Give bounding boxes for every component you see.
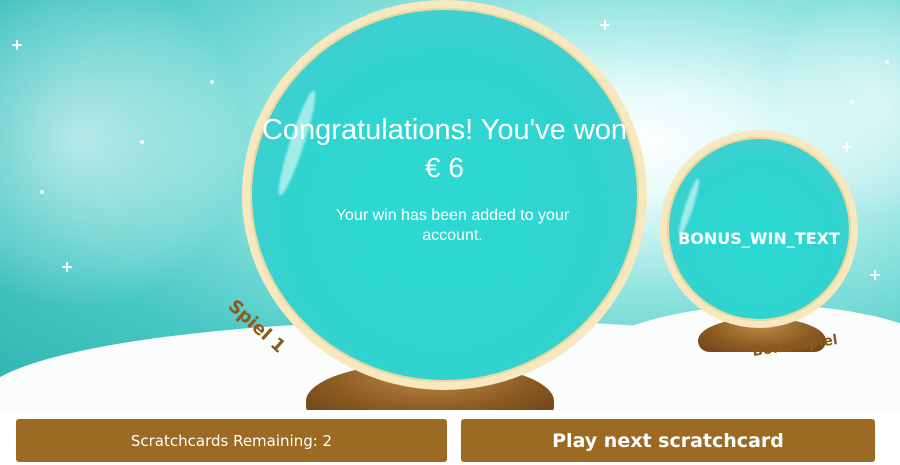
win-amount: € 6 (425, 152, 464, 183)
win-message: Your win has been added to your account. (335, 207, 570, 244)
sparkle-icon (62, 262, 72, 272)
globe-shine (675, 177, 703, 237)
sparkle-icon (842, 142, 852, 152)
sparkle-icon (870, 270, 880, 280)
snow-dot (885, 60, 889, 64)
win-title: Congratulations! You've won (261, 114, 628, 146)
winter-background: Congratulations! You've won € 6 Your win… (0, 0, 900, 410)
bonus-win-text: BONUS_WIN_TEXT (678, 229, 840, 248)
sparkle-icon (600, 20, 610, 30)
play-next-scratchcard-label: Play next scratchcard (552, 429, 784, 452)
snow-dot (40, 190, 44, 194)
scratchcards-remaining: Scratchcards Remaining: 2 (16, 419, 447, 462)
sparkle-icon (12, 40, 22, 50)
scratchcards-remaining-label: Scratchcards Remaining: 2 (130, 431, 333, 450)
snow-dot (210, 80, 214, 84)
play-next-scratchcard-button[interactable]: Play next scratchcard (461, 419, 875, 462)
snow-dot (850, 100, 854, 104)
main-snow-globe: Congratulations! You've won € 6 Your win… (242, 0, 647, 390)
bonus-snow-globe: BONUS_WIN_TEXT (660, 130, 858, 328)
frosted-tree-left (0, 0, 240, 320)
snow-dot (140, 140, 144, 144)
